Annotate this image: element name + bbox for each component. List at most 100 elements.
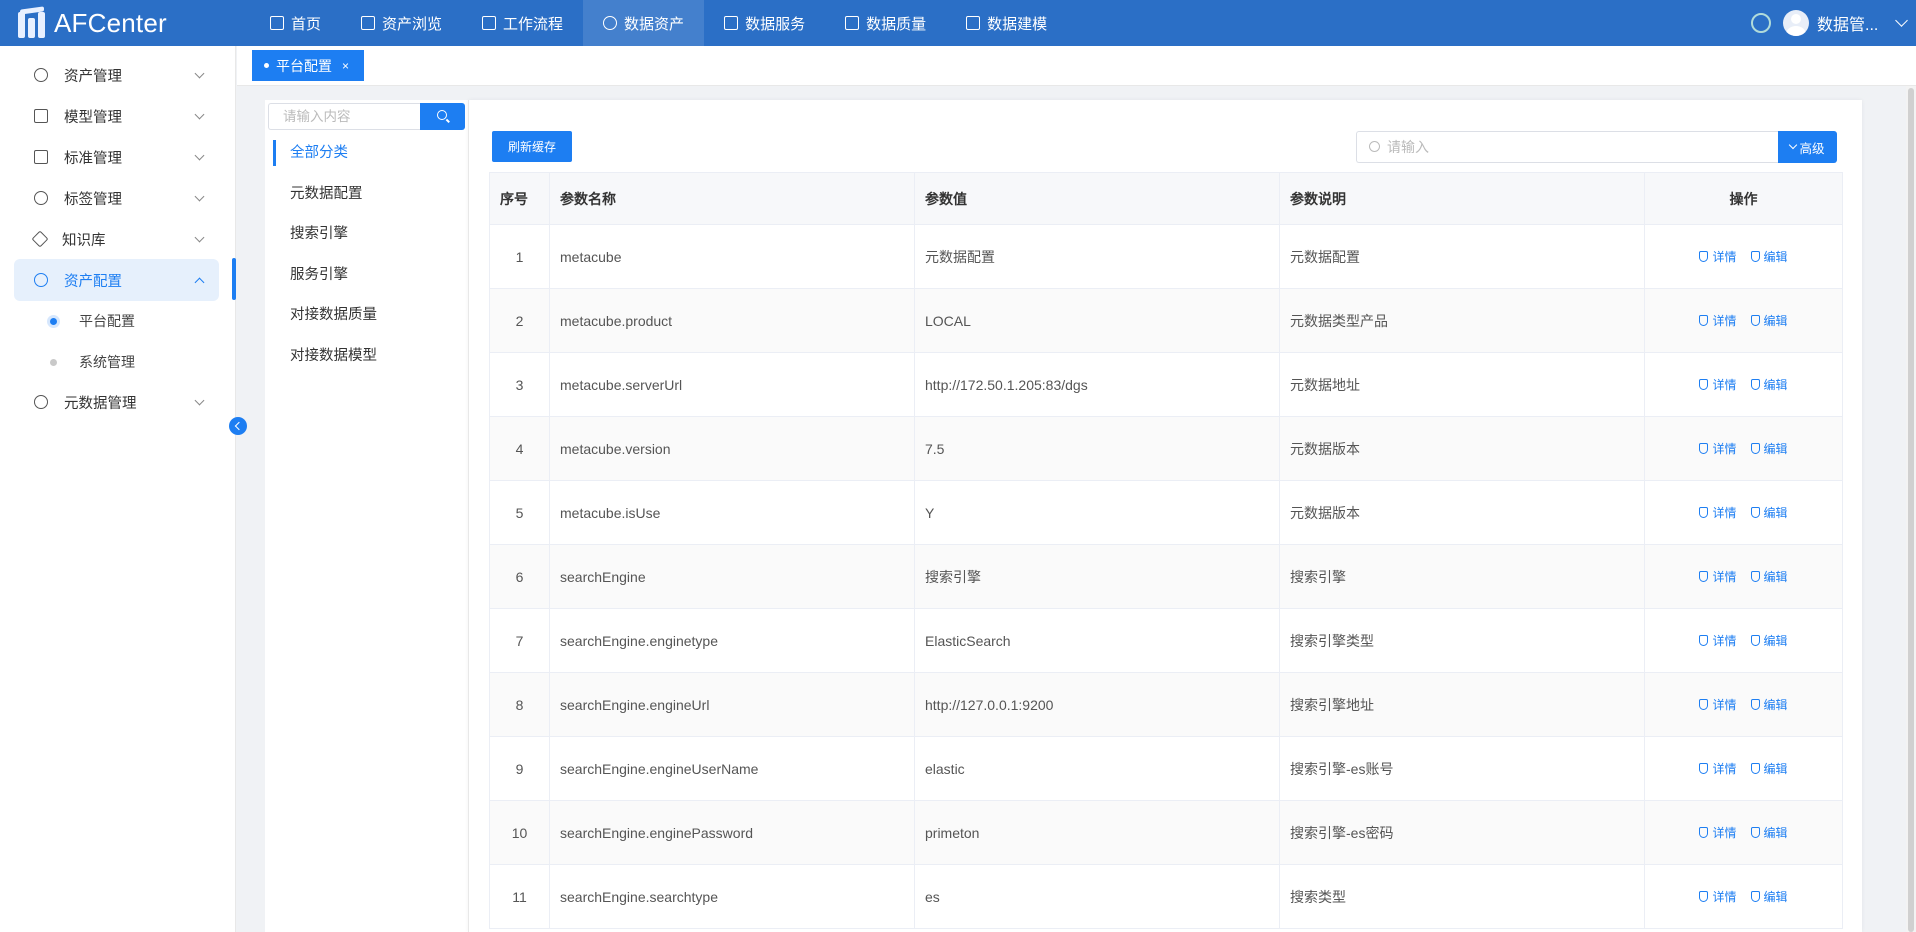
filter-input[interactable]: [1387, 136, 1767, 158]
assistant-icon[interactable]: [1751, 13, 1771, 33]
column-header-description[interactable]: 参数说明: [1279, 172, 1645, 225]
nav-data-service[interactable]: 数据服务: [704, 0, 825, 46]
table-row[interactable]: 1 metacube 元数据配置 元数据配置 详情 编辑: [489, 224, 1843, 289]
table-row[interactable]: 9 searchEngine.engineUserName elastic 搜索引擎-…: [489, 736, 1843, 801]
edit-link[interactable]: 编辑: [1750, 376, 1788, 393]
cell-param-value: es: [914, 864, 1280, 929]
edit-link[interactable]: 编辑: [1750, 248, 1788, 265]
shield-check-icon: [1750, 315, 1760, 326]
sidebar-collapse-button[interactable]: [229, 417, 247, 435]
page-scrollbar-thumb[interactable]: [1908, 88, 1914, 932]
sidebar-subitem-platform-config[interactable]: 平台配置: [14, 301, 219, 341]
edit-link[interactable]: 编辑: [1750, 760, 1788, 777]
edit-link[interactable]: 编辑: [1750, 696, 1788, 713]
edit-link[interactable]: 编辑: [1750, 440, 1788, 457]
tab-platform-config[interactable]: 平台配置 ×: [252, 50, 364, 81]
table-row[interactable]: 5 metacube.isUse Y 元数据版本 详情 编辑: [489, 480, 1843, 545]
edit-link[interactable]: 编辑: [1750, 504, 1788, 521]
sidebar-item-tag-management[interactable]: 标签管理: [14, 177, 219, 219]
edit-link-label: 编辑: [1763, 826, 1788, 840]
detail-link[interactable]: 详情: [1699, 760, 1737, 777]
advanced-search-button[interactable]: 高级: [1778, 131, 1837, 163]
edit-link[interactable]: 编辑: [1750, 312, 1788, 329]
search-icon[interactable]: [420, 103, 465, 130]
edit-link[interactable]: 编辑: [1750, 888, 1788, 905]
cell-param-name: searchEngine.searchtype: [549, 864, 915, 929]
shield-check-icon: [1699, 251, 1709, 262]
column-header-value[interactable]: 参数值: [914, 172, 1280, 225]
sidebar-item-label: 资产管理: [64, 68, 122, 85]
tag-icon: [31, 230, 49, 248]
shield-check-icon: [1750, 443, 1760, 454]
detail-link[interactable]: 详情: [1699, 888, 1737, 905]
cell-actions: 详情 编辑: [1644, 736, 1843, 801]
tab-strip: 平台配置 ×: [237, 46, 1916, 86]
category-item[interactable]: 搜索引擎: [268, 221, 465, 247]
top-right: 数据管...: [1751, 0, 1916, 46]
sidebar-item-asset-config[interactable]: 资产配置: [14, 259, 219, 301]
sidebar-item-model-management[interactable]: 模型管理: [14, 95, 219, 137]
detail-link[interactable]: 详情: [1699, 696, 1737, 713]
detail-link[interactable]: 详情: [1699, 376, 1737, 393]
sidebar-item-label: 标签管理: [64, 191, 122, 208]
cell-param-description: 元数据版本: [1279, 480, 1645, 545]
detail-link-label: 详情: [1712, 634, 1737, 648]
detail-link[interactable]: 详情: [1699, 824, 1737, 841]
table-row[interactable]: 8 searchEngine.engineUrl http://127.0.0.1:…: [489, 672, 1843, 737]
table-row[interactable]: 6 searchEngine 搜索引擎 搜索引擎 详情 编辑: [489, 544, 1843, 609]
sidebar-item-standard-management[interactable]: 标准管理: [14, 136, 219, 178]
sidebar-item-asset-management[interactable]: 资产管理: [14, 54, 219, 96]
cell-param-value: 元数据配置: [914, 224, 1280, 289]
sidebar-item-metadata-management[interactable]: 元数据管理: [14, 381, 219, 423]
nav-data-quality[interactable]: 数据质量: [825, 0, 946, 46]
edit-link[interactable]: 编辑: [1750, 632, 1788, 649]
nav-data-assets[interactable]: 数据资产: [583, 0, 705, 46]
nav-asset-browse[interactable]: 资产浏览: [341, 0, 462, 46]
detail-link[interactable]: 详情: [1699, 248, 1737, 265]
cell-param-value: 7.5: [914, 416, 1280, 481]
chevron-down-icon[interactable]: [1895, 14, 1908, 27]
edit-link-label: 编辑: [1763, 634, 1788, 648]
detail-link[interactable]: 详情: [1699, 312, 1737, 329]
table-row[interactable]: 3 metacube.serverUrl http://172.50.1.205:8…: [489, 352, 1843, 417]
parameter-panel: 刷新缓存 高级 序号 参数名称 参数值 参数说明 操作 1metacub: [468, 100, 1862, 932]
column-header-name[interactable]: 参数名称: [549, 172, 915, 225]
tab-active-dot: [264, 63, 269, 68]
sidebar-subitem-system-management[interactable]: 系统管理: [14, 342, 219, 382]
nav-label: 数据建模: [987, 15, 1048, 33]
cell-param-description: 元数据配置: [1279, 224, 1645, 289]
cell-param-value: elastic: [914, 736, 1280, 801]
detail-link[interactable]: 详情: [1699, 504, 1737, 521]
category-search-input[interactable]: [268, 103, 420, 130]
category-item[interactable]: 对接数据模型: [268, 343, 465, 369]
edit-link[interactable]: 编辑: [1750, 568, 1788, 585]
nav-workflow[interactable]: 工作流程: [462, 0, 583, 46]
table-row[interactable]: 10 searchEngine.enginePassword primeton 搜索引…: [489, 800, 1843, 865]
table-row[interactable]: 11 searchEngine.searchtype es 搜索类型 详情 编辑: [489, 864, 1843, 929]
shield-check-icon: [1750, 827, 1760, 838]
category-item[interactable]: 对接数据质量: [268, 302, 465, 328]
category-item[interactable]: 全部分类: [268, 140, 465, 166]
user-avatar-icon[interactable]: [1783, 10, 1809, 36]
nav-data-modeling[interactable]: 数据建模: [946, 0, 1067, 46]
column-header-actions: 操作: [1644, 172, 1843, 225]
cell-param-name: metacube.isUse: [549, 480, 915, 545]
sidebar-item-knowledge-base[interactable]: 知识库: [14, 218, 219, 260]
close-icon[interactable]: ×: [342, 59, 349, 73]
category-item[interactable]: 服务引擎: [268, 262, 465, 288]
column-header-index[interactable]: 序号: [489, 172, 550, 225]
detail-link[interactable]: 详情: [1699, 632, 1737, 649]
table-row[interactable]: 4 metacube.version 7.5 元数据版本 详情 编辑: [489, 416, 1843, 481]
nav-home[interactable]: 首页: [250, 0, 341, 46]
refresh-cache-button[interactable]: 刷新缓存: [492, 131, 572, 162]
category-item[interactable]: 元数据配置: [268, 181, 465, 207]
edit-link[interactable]: 编辑: [1750, 824, 1788, 841]
scale-icon: [482, 16, 497, 30]
user-name[interactable]: 数据管...: [1817, 11, 1887, 35]
table-row[interactable]: 7 searchEngine.enginetype ElasticSearch 搜索引…: [489, 608, 1843, 673]
app-logo[interactable]: AFCenter: [0, 0, 250, 46]
detail-link[interactable]: 详情: [1699, 440, 1737, 457]
table-row[interactable]: 2 metacube.product LOCAL 元数据类型产品 详情 编辑: [489, 288, 1843, 353]
detail-link[interactable]: 详情: [1699, 568, 1737, 585]
shield-check-icon: [1750, 891, 1760, 902]
